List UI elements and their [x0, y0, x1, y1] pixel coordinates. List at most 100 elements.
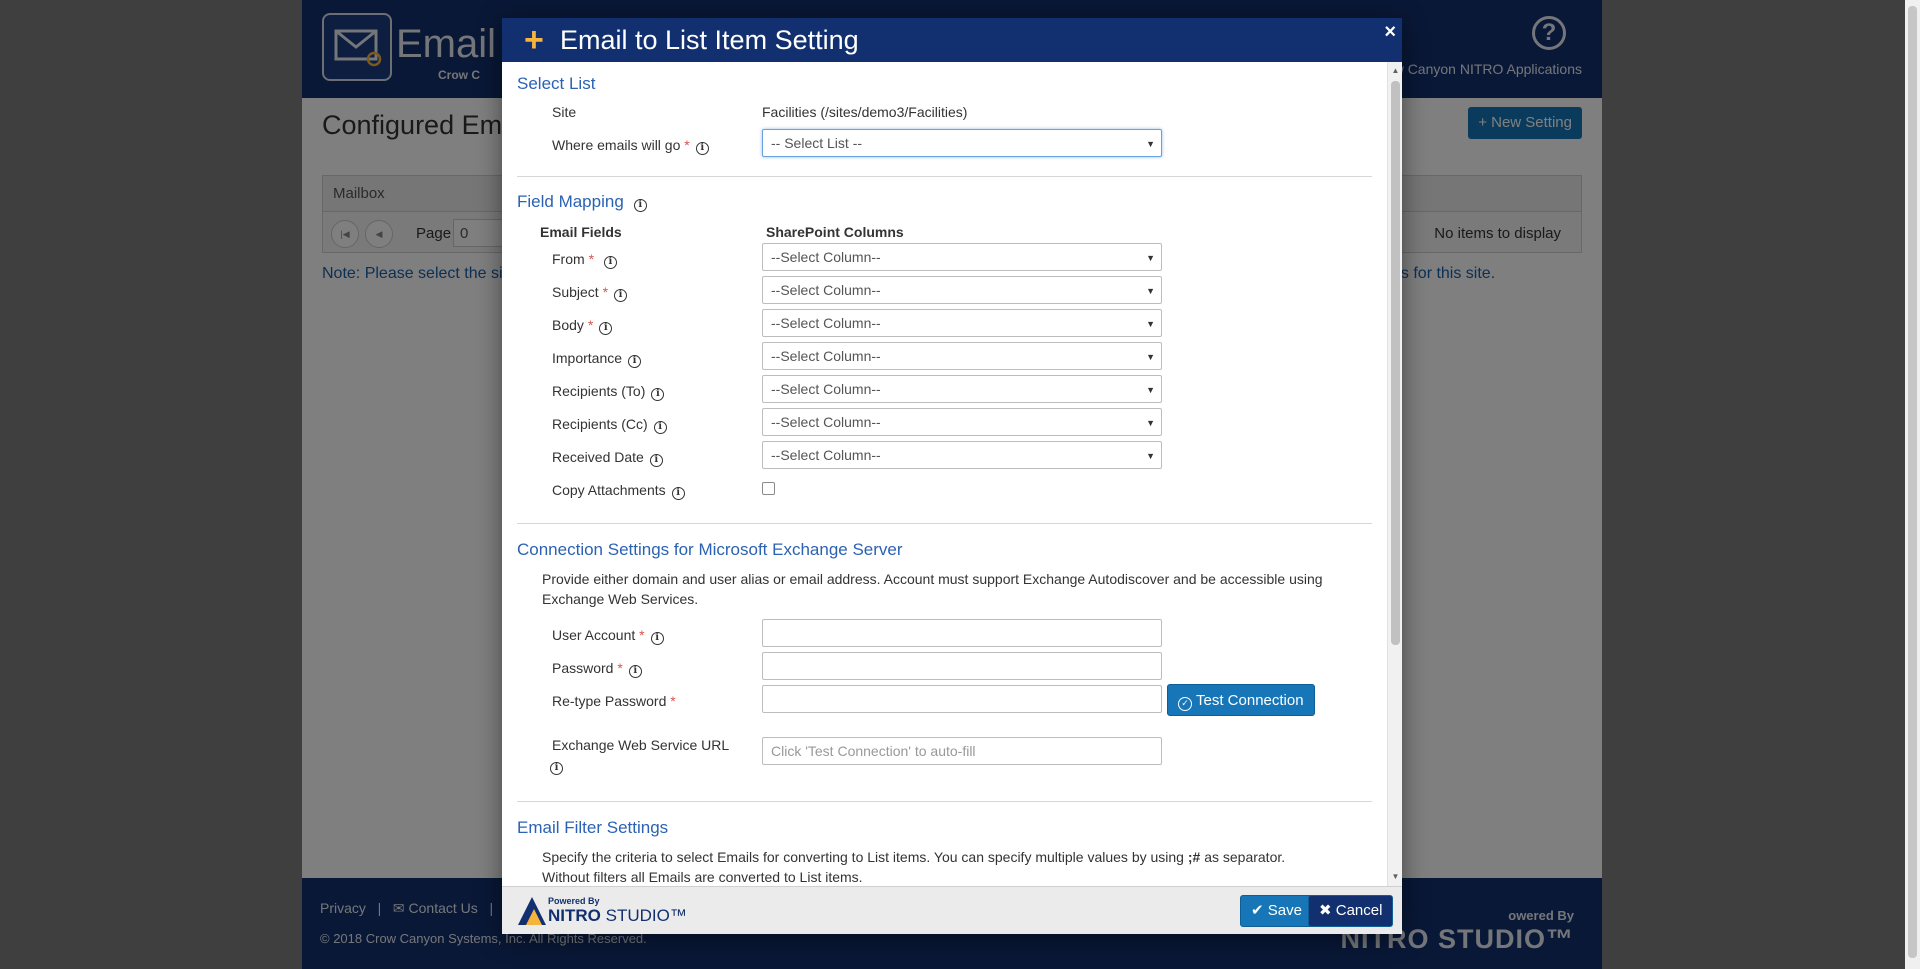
info-icon[interactable]: i [550, 762, 563, 775]
user-account-label-text: User Account [552, 627, 636, 643]
retype-password-input[interactable] [762, 685, 1162, 713]
caret-down-icon: ▼ [1146, 319, 1155, 329]
ews-url-info: i [550, 757, 563, 775]
footer-studio-text: STUDIO™ [605, 906, 687, 925]
recipients-cc-column-select[interactable]: --Select Column-- ▼ [762, 408, 1162, 436]
close-icon[interactable]: × [1384, 21, 1396, 44]
caret-down-icon: ▼ [1146, 451, 1155, 461]
filter-help-separator: ;# [1187, 849, 1201, 865]
field-body-label-text: Body [552, 317, 584, 333]
save-button[interactable]: ✔ Save [1240, 895, 1313, 927]
footer-nitro-text: NITRO [548, 906, 601, 925]
email-setting-dialog: + Email to List Item Setting × Select Li… [502, 18, 1402, 934]
field-subject-label: Subject * i [552, 284, 628, 302]
scroll-up-icon[interactable]: ▲ [1388, 64, 1402, 78]
password-input[interactable] [762, 652, 1162, 680]
info-icon[interactable]: i [671, 487, 685, 500]
info-icon[interactable]: i [603, 256, 617, 269]
info-icon[interactable]: i [614, 289, 628, 302]
footer-powered-by: Powered By [548, 896, 600, 906]
list-select-value: -- Select List -- [771, 135, 863, 151]
recipients-cc-column-value: --Select Column-- [771, 414, 881, 430]
info-icon[interactable]: i [653, 421, 667, 434]
caret-down-icon: ▼ [1146, 385, 1155, 395]
user-account-input[interactable] [762, 619, 1162, 647]
caret-down-icon: ▼ [1146, 286, 1155, 296]
dialog-scrollbar[interactable]: ▲ ▼ [1387, 62, 1402, 886]
filter-help-before: Specify the criteria to select Emails fo… [542, 849, 1188, 865]
field-from-label-text: From [552, 251, 585, 267]
password-label: Password * i [552, 660, 642, 678]
info-icon[interactable]: i [650, 632, 664, 645]
check-circle-icon: ✓ [1178, 697, 1192, 711]
x-icon: ✖ [1319, 902, 1332, 919]
from-column-value: --Select Column-- [771, 249, 881, 265]
section-title-select-list: Select List [517, 74, 596, 93]
field-subject-label-text: Subject [552, 284, 599, 300]
required-marker: * [639, 627, 645, 643]
section-title-field-mapping: Field Mapping i [517, 192, 647, 212]
recipients-to-column-select[interactable]: --Select Column-- ▼ [762, 375, 1162, 403]
body-column-value: --Select Column-- [771, 315, 881, 331]
importance-column-value: --Select Column-- [771, 348, 881, 364]
required-marker: * [670, 693, 676, 709]
dialog-body: Select List Site Facilities (/sites/demo… [502, 62, 1402, 886]
dialog-scrollbar-thumb[interactable] [1391, 81, 1400, 645]
user-account-label: User Account * i [552, 627, 664, 645]
subject-column-select[interactable]: --Select Column-- ▼ [762, 276, 1162, 304]
info-icon[interactable]: i [628, 355, 642, 368]
divider [517, 176, 1372, 177]
field-importance-label: Importance i [552, 350, 642, 368]
where-emails-label-text: Where emails will go [552, 137, 681, 153]
dialog-footer: Powered By NITRO STUDIO™ ✔ Save ✖ Cancel [502, 886, 1402, 934]
dialog-title: Email to List Item Setting [560, 25, 859, 55]
body-column-select[interactable]: --Select Column-- ▼ [762, 309, 1162, 337]
info-icon[interactable]: i [599, 322, 613, 335]
sharepoint-columns-header: SharePoint Columns [766, 224, 904, 240]
received-date-column-select[interactable]: --Select Column-- ▼ [762, 441, 1162, 469]
required-marker: * [588, 251, 595, 267]
filter-help-line2: Without filters all Emails are converted… [542, 869, 863, 885]
password-label-text: Password [552, 660, 614, 676]
email-filter-help-text: Specify the criteria to select Emails fo… [542, 847, 1362, 886]
field-recipients-to-label: Recipients (To) i [552, 383, 665, 401]
field-received-date-label: Received Date i [552, 449, 663, 467]
caret-down-icon: ▼ [1146, 352, 1155, 362]
cancel-button[interactable]: ✖ Cancel [1308, 895, 1394, 927]
info-icon[interactable]: i [695, 142, 709, 155]
plus-icon: + [524, 21, 544, 59]
copy-attachments-label-text: Copy Attachments [552, 482, 666, 498]
where-emails-label: Where emails will go * i [552, 137, 709, 155]
section-title-connection: Connection Settings for Microsoft Exchan… [517, 540, 903, 559]
section-title-email-filter: Email Filter Settings [517, 818, 669, 837]
field-mapping-title-text: Field Mapping [517, 192, 624, 211]
info-icon[interactable]: i [633, 199, 647, 212]
copy-attachments-checkbox[interactable] [762, 482, 775, 495]
field-recipients-cc-label: Recipients (Cc) i [552, 416, 667, 434]
caret-down-icon: ▼ [1146, 253, 1155, 263]
site-value: Facilities (/sites/demo3/Facilities) [762, 104, 968, 120]
retype-password-label-text: Re-type Password [552, 693, 667, 709]
page-scrollbar[interactable] [1905, 0, 1920, 969]
info-icon[interactable]: i [649, 454, 663, 467]
page-scrollbar-thumb[interactable] [1908, 6, 1917, 958]
test-connection-button[interactable]: ✓ Test Connection [1167, 684, 1315, 716]
filter-help-after: as separator. [1200, 849, 1286, 865]
divider [517, 801, 1372, 802]
scroll-down-icon[interactable]: ▼ [1388, 870, 1402, 884]
info-icon[interactable]: i [628, 665, 642, 678]
ews-url-input[interactable]: Click 'Test Connection' to auto-fill [762, 737, 1162, 765]
info-icon[interactable]: i [651, 388, 665, 401]
from-column-select[interactable]: --Select Column-- ▼ [762, 243, 1162, 271]
retype-password-label: Re-type Password * [552, 693, 676, 709]
divider [517, 523, 1372, 524]
field-from-label: From * i [552, 251, 617, 269]
received-date-column-value: --Select Column-- [771, 447, 881, 463]
field-recipients-to-label-text: Recipients (To) [552, 383, 646, 399]
copy-attachments-label: Copy Attachments i [552, 482, 685, 500]
list-select[interactable]: -- Select List -- ▼ [762, 129, 1162, 157]
required-marker: * [587, 317, 594, 333]
test-connection-label: Test Connection [1196, 692, 1304, 709]
importance-column-select[interactable]: --Select Column-- ▼ [762, 342, 1162, 370]
field-importance-label-text: Importance [552, 350, 623, 366]
